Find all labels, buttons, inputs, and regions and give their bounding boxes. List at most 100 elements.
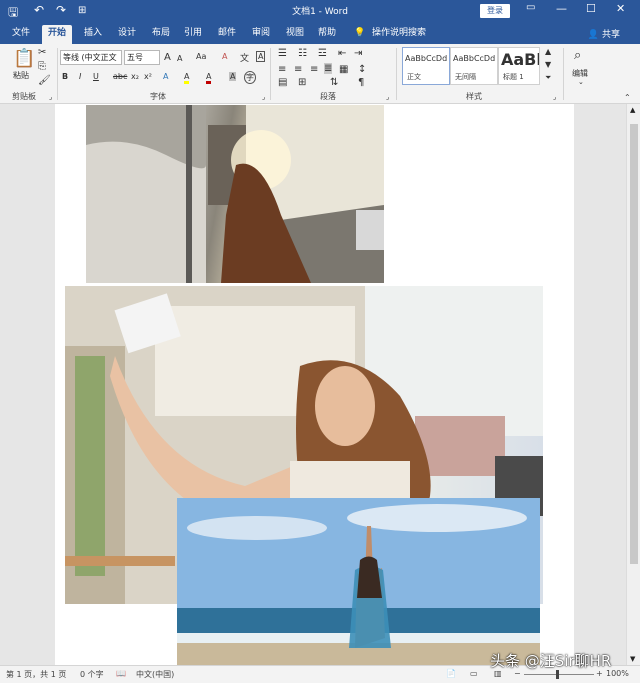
bold-button[interactable]: B — [62, 72, 68, 81]
styles-scroll-down-icon[interactable]: ▼ — [545, 60, 551, 69]
distributed-icon[interactable]: ▦ — [339, 64, 348, 75]
style-normal-sample: AaBbCcDd — [405, 54, 448, 63]
shrink-font-button[interactable]: A — [177, 54, 182, 63]
underline-button[interactable]: U — [93, 72, 99, 81]
print-layout-icon[interactable]: ▭ — [470, 669, 478, 678]
tab-help[interactable]: 帮助 — [312, 25, 342, 44]
numbering-icon[interactable]: ☷ — [298, 48, 307, 59]
editing-chevron-icon[interactable]: ⌄ — [578, 78, 584, 86]
subscript-button[interactable]: x₂ — [131, 72, 139, 81]
font-size-combo[interactable]: 五号 — [124, 50, 160, 65]
grow-font-button[interactable]: A — [164, 52, 171, 63]
paragraph-launcher-icon[interactable]: ⌟ — [386, 93, 389, 101]
style-heading-1[interactable]: AaBl 标题 1 — [498, 47, 540, 85]
text-effects-button[interactable]: A — [163, 72, 168, 81]
borders-icon[interactable]: ⊞ — [298, 77, 306, 88]
tab-insert[interactable]: 插入 — [78, 25, 108, 44]
scroll-up-icon[interactable]: ▲ — [630, 106, 635, 114]
highlight-button[interactable]: A — [184, 72, 190, 84]
zoom-slider[interactable] — [524, 674, 594, 675]
sort-icon[interactable]: ⇅ — [330, 77, 338, 88]
divider — [396, 48, 397, 100]
styles-scroll-up-icon[interactable]: ▲ — [545, 47, 551, 56]
bullets-icon[interactable]: ☰ — [278, 48, 287, 59]
clipboard-group-label: 剪贴板 — [12, 92, 36, 101]
styles-launcher-icon[interactable]: ⌟ — [553, 93, 556, 101]
divider — [563, 48, 564, 100]
clear-format-button[interactable]: A — [222, 52, 227, 61]
style-normal[interactable]: AaBbCcDd 正文 — [402, 47, 450, 85]
minimize-button[interactable]: — — [556, 2, 567, 15]
italic-button[interactable]: I — [79, 72, 81, 81]
style-heading-1-sample: AaBl — [501, 50, 540, 69]
tab-home[interactable]: 开始 — [42, 25, 73, 44]
scrollbar-thumb[interactable] — [630, 124, 638, 564]
street-photo[interactable] — [86, 105, 384, 283]
char-border-button[interactable]: A — [256, 51, 266, 62]
close-button[interactable]: ✕ — [616, 2, 625, 15]
share-label: 共享 — [601, 30, 620, 40]
cut-icon[interactable]: ✂ — [38, 47, 46, 58]
tab-file[interactable]: 文件 — [6, 25, 36, 44]
align-right-icon[interactable]: ≡ — [310, 64, 318, 75]
proofing-icon[interactable]: 📖 — [116, 669, 126, 678]
font-name-combo[interactable]: 等线 (中文正文 — [60, 50, 122, 65]
align-center-icon[interactable]: ≡ — [294, 64, 302, 75]
page-count[interactable]: 第 1 页，共 1 页 — [6, 669, 66, 680]
increase-indent-icon[interactable]: ⇥ — [354, 48, 362, 59]
format-painter-icon[interactable]: 🖌 — [38, 75, 51, 86]
phonetic-guide-button[interactable]: 文 — [240, 51, 249, 64]
decrease-indent-icon[interactable]: ⇤ — [338, 48, 346, 59]
tab-design[interactable]: 设计 — [112, 25, 142, 44]
superscript-button[interactable]: x² — [144, 72, 152, 81]
divider — [57, 48, 58, 100]
collapse-ribbon-icon[interactable]: ⌃ — [624, 93, 631, 102]
enclose-char-button[interactable]: 字 — [244, 71, 256, 84]
window-title: 文档1 - Word — [292, 7, 348, 17]
show-formatting-icon[interactable]: ¶ — [358, 77, 364, 88]
divider — [270, 48, 271, 100]
tell-me-search[interactable]: 操作说明搜索 — [366, 25, 432, 44]
paste-button[interactable]: 粘贴 — [13, 70, 29, 81]
tab-review[interactable]: 审阅 — [246, 25, 276, 44]
watermark: 头条 @汪Sir聊HR — [490, 652, 612, 670]
font-color-button[interactable]: A — [206, 72, 212, 84]
find-icon[interactable]: ⌕ — [574, 48, 581, 63]
shading-icon[interactable]: ▤ — [278, 77, 287, 88]
styles-group-label: 样式 — [466, 92, 482, 101]
clipboard-launcher-icon[interactable]: ⌟ — [49, 93, 52, 101]
tab-view[interactable]: 视图 — [280, 25, 310, 44]
style-no-spacing-name: 无间隔 — [455, 73, 476, 81]
line-spacing-icon[interactable]: ↕ — [358, 64, 366, 75]
read-mode-icon[interactable]: 📄 — [446, 669, 456, 678]
login-button[interactable]: 登录 — [480, 4, 510, 18]
font-launcher-icon[interactable]: ⌟ — [262, 93, 265, 101]
zoom-slider-handle[interactable] — [556, 670, 559, 679]
tab-layout[interactable]: 布局 — [146, 25, 176, 44]
ribbon-display-options-icon[interactable]: ▭ — [526, 2, 535, 13]
tab-references[interactable]: 引用 — [178, 25, 208, 44]
vertical-scrollbar[interactable]: ▲ ▼ — [626, 104, 640, 665]
change-case-button[interactable]: Aa — [196, 52, 206, 61]
share-button[interactable]: 👤 共享 — [588, 27, 620, 40]
restore-button[interactable]: ☐ — [586, 2, 596, 15]
paste-icon[interactable]: 📋 — [13, 48, 35, 69]
tab-mailings[interactable]: 邮件 — [212, 25, 242, 44]
strikethrough-button[interactable]: abc — [113, 72, 127, 81]
multilevel-list-icon[interactable]: ☲ — [318, 48, 327, 59]
justify-icon[interactable]: ≣ — [324, 63, 333, 74]
char-shading-button[interactable]: A — [229, 72, 237, 81]
font-group-label: 字体 — [150, 92, 166, 101]
word-count[interactable]: 0 个字 — [80, 669, 104, 680]
style-no-spacing[interactable]: AaBbCcDd 无间隔 — [450, 47, 498, 85]
ribbon: 📋 粘贴 ✂ ⎘ 🖌 剪贴板 ⌟ 等线 (中文正文 五号 A A Aa A 文 … — [0, 44, 640, 104]
title-bar: 🖫 ↶ ↷ ⊞ 文档1 - Word 登录 ▭ — ☐ ✕ — [0, 0, 640, 22]
copy-icon[interactable]: ⎘ — [38, 61, 46, 72]
language-status[interactable]: 中文(中国) — [136, 669, 174, 680]
align-left-icon[interactable]: ≡ — [278, 64, 286, 75]
beach-photo[interactable] — [177, 498, 540, 665]
scroll-down-icon[interactable]: ▼ — [630, 655, 635, 663]
person-icon: 👤 — [587, 30, 600, 40]
styles-more-icon[interactable]: ⏷ — [545, 73, 551, 83]
style-normal-name: 正文 — [407, 73, 421, 81]
